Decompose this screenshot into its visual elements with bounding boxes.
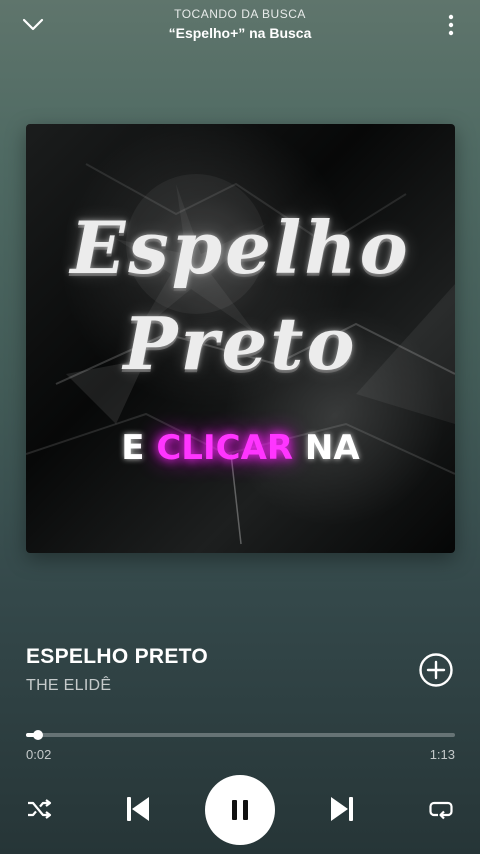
caption-word-post: NA <box>304 428 360 468</box>
collapse-button[interactable] <box>16 8 50 42</box>
playback-controls <box>0 770 480 850</box>
now-playing-header: TOCANDO DA BUSCA “Espelho+” na Busca <box>0 0 480 60</box>
play-pause-button[interactable] <box>205 775 275 845</box>
skip-previous-icon <box>127 797 149 821</box>
track-title[interactable]: ESPELHO PRETO <box>26 643 386 671</box>
shuffle-button[interactable] <box>22 792 56 826</box>
cover-title-line2: Preto <box>123 301 358 386</box>
album-cover: Espelho Preto E CLICAR NA <box>26 124 455 553</box>
progress-thumb[interactable] <box>32 730 43 740</box>
video-caption: E CLICAR NA <box>26 428 455 468</box>
track-artist[interactable]: THE ELIDÊ <box>26 675 386 697</box>
context-label: TOCANDO DA BUSCA <box>174 7 306 21</box>
caption-word-pre: E <box>121 428 145 468</box>
progress-bar[interactable] <box>26 730 455 740</box>
add-circle-icon <box>419 653 453 687</box>
total-time: 1:13 <box>429 747 455 762</box>
cover-title-line1: Espelho <box>70 205 411 290</box>
progress-track[interactable] <box>26 733 455 737</box>
previous-track-button[interactable] <box>118 789 158 829</box>
chevron-down-icon <box>22 18 44 31</box>
caption-word-highlight: CLICAR <box>156 428 294 468</box>
repeat-button[interactable] <box>424 792 458 826</box>
add-to-library-button[interactable] <box>418 652 454 688</box>
skip-next-icon <box>331 797 353 821</box>
context-title[interactable]: “Espelho+” na Busca <box>90 23 390 43</box>
more-vertical-icon <box>448 14 454 36</box>
playback-context: TOCANDO DA BUSCA “Espelho+” na Busca <box>90 6 390 43</box>
shuffle-icon <box>28 799 52 819</box>
track-info: ESPELHO PRETO THE ELIDÊ <box>26 643 386 697</box>
next-track-button[interactable] <box>322 789 362 829</box>
pause-icon <box>232 800 248 820</box>
more-options-button[interactable] <box>438 8 464 42</box>
repeat-icon <box>429 801 453 820</box>
elapsed-time: 0:02 <box>26 747 52 762</box>
